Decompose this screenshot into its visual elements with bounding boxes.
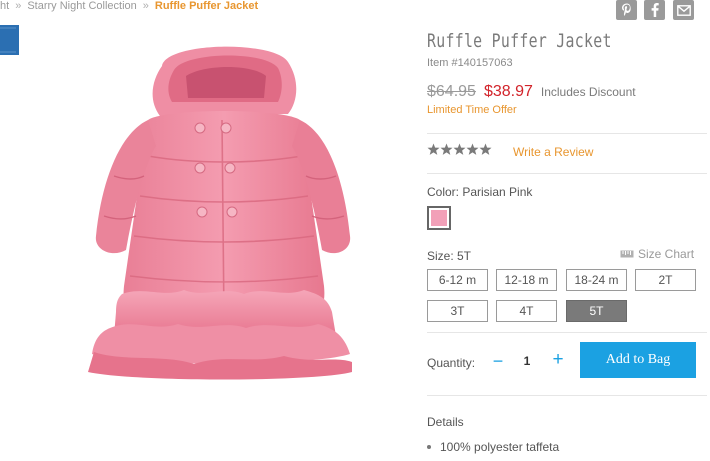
price-row: $64.95 $38.97 Includes Discount — [427, 83, 636, 101]
breadcrumb-item-parent[interactable]: ht — [0, 0, 9, 12]
thumbnail-tab[interactable] — [0, 25, 19, 55]
breadcrumb-item-current: Ruffle Puffer Jacket — [154, 0, 259, 12]
original-price: $64.95 — [427, 83, 476, 100]
quantity-increase-button[interactable]: + — [549, 349, 567, 371]
quantity-decrease-button[interactable]: − — [490, 350, 506, 372]
product-title: Ruffle Puffer Jacket — [427, 30, 612, 52]
add-to-bag-button[interactable]: Add to Bag — [580, 342, 696, 378]
badge-icon — [0, 25, 19, 55]
details-item-text: 100% polyester taffeta — [440, 440, 560, 454]
pinterest-icon — [621, 3, 631, 16]
size-option-3t[interactable]: 3T — [427, 300, 488, 322]
divider — [427, 173, 707, 174]
facebook-icon — [651, 3, 659, 17]
breadcrumb-separator: » — [15, 0, 22, 12]
size-option-2t[interactable]: 2T — [635, 269, 696, 291]
breadcrumb-separator: » — [142, 0, 149, 12]
size-label: Size: 5T — [427, 249, 472, 263]
star-rating-icon — [427, 143, 492, 155]
details-list-item: 100% polyester taffeta — [427, 440, 559, 454]
quantity-input[interactable]: 1 — [513, 350, 541, 372]
color-swatch-parisian-pink[interactable] — [427, 206, 451, 230]
size-option-18-24m[interactable]: 18-24 m — [566, 269, 627, 291]
bullet-icon — [427, 445, 431, 449]
limited-offer-label: Limited Time Offer — [427, 104, 517, 116]
quantity-label: Quantity: — [427, 356, 476, 370]
sale-price: $38.97 — [483, 83, 533, 100]
size-option-6-12m[interactable]: 6-12 m — [427, 269, 488, 291]
color-label: Color: Parisian Pink — [427, 185, 533, 199]
star-rating — [427, 143, 492, 156]
facebook-share-button[interactable] — [644, 0, 665, 20]
pink-puffer-jacket-image — [88, 46, 352, 380]
divider — [427, 395, 707, 396]
size-option-12-18m[interactable]: 12-18 m — [496, 269, 557, 291]
write-review-link[interactable]: Write a Review — [513, 145, 593, 159]
size-option-4t[interactable]: 4T — [496, 300, 557, 322]
divider — [427, 332, 707, 333]
email-share-button[interactable] — [673, 0, 694, 20]
ruler-icon — [620, 250, 634, 258]
size-chart-label: Size Chart — [638, 247, 695, 261]
swatch-fill — [431, 210, 447, 226]
item-number: Item #140157063 — [427, 57, 513, 69]
discount-note: Includes Discount — [540, 85, 636, 99]
pinterest-share-button[interactable] — [616, 0, 637, 20]
breadcrumb: ht » Starry Night Collection » Ruffle Puffer… — [0, 0, 258, 12]
email-icon — [676, 4, 691, 16]
breadcrumb-item-collection[interactable]: Starry Night Collection — [27, 0, 136, 12]
size-chart-link[interactable]: Size Chart — [620, 247, 694, 261]
size-option-5t[interactable]: 5T — [566, 300, 627, 322]
divider — [427, 133, 707, 134]
details-heading: Details — [427, 415, 464, 429]
